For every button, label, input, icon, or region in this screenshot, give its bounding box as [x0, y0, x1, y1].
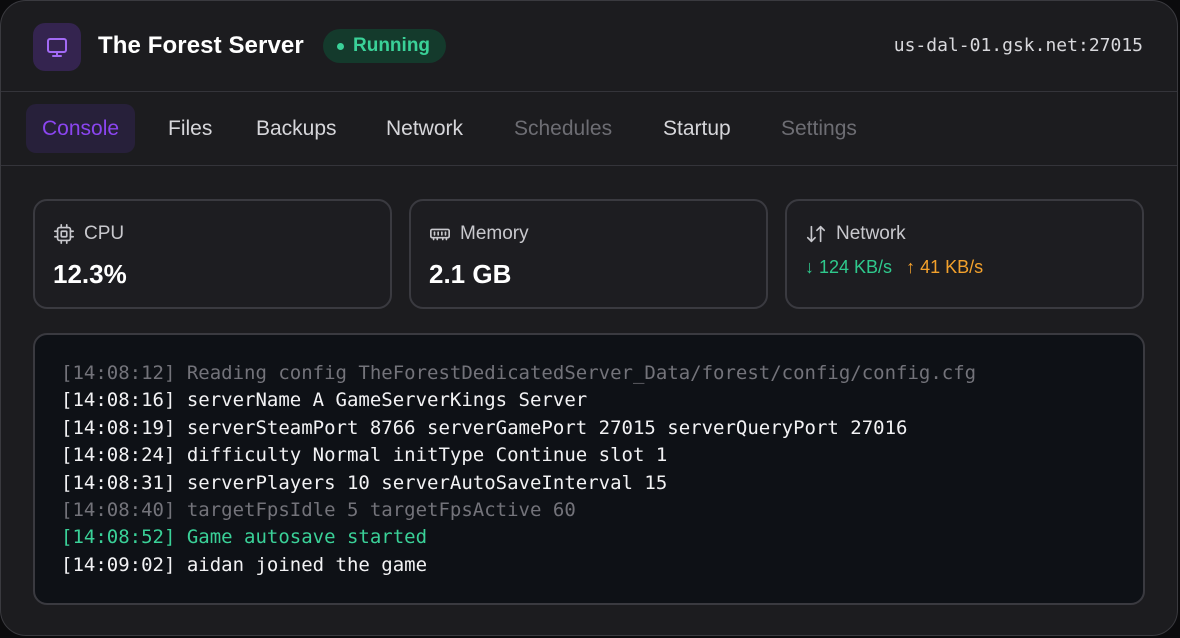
arrows-up-down-icon — [806, 225, 826, 243]
console-line: [14:08:12] Reading config TheForestDedic… — [61, 362, 977, 384]
tab-backups[interactable]: Backups — [240, 104, 353, 153]
tab-startup[interactable]: Startup — [647, 104, 747, 153]
memory-icon — [430, 228, 450, 241]
status-badge: Running — [323, 29, 447, 63]
tab-files[interactable]: Files — [152, 104, 228, 153]
memory-value: 2.1 GB — [429, 259, 512, 289]
memory-card: Memory 2.1 GB — [409, 199, 768, 309]
memory-label: Memory — [460, 223, 529, 244]
tab-bar: Console Files Backups Network Schedules … — [1, 93, 1177, 166]
tab-console[interactable]: Console — [26, 104, 136, 153]
upload-rate-value: 41 KB/s — [920, 257, 984, 277]
server-address[interactable]: us-dal-01.gsk.net:27015 — [894, 35, 1143, 56]
monitor-icon — [33, 23, 81, 71]
network-card: Network ↓ 124 KB/s ↑ 41 KB/s — [785, 199, 1144, 309]
cpu-value: 12.3% — [53, 259, 127, 289]
status-label: Running — [353, 35, 431, 56]
console-line: [14:08:19] serverSteamPort 8766 serverGa… — [61, 416, 908, 439]
console-line: [14:08:40] targetFpsIdle 5 targetFpsActi… — [61, 498, 576, 521]
console-output[interactable]: [14:08:12] Reading config TheForestDedic… — [33, 333, 1145, 605]
download-rate: ↓ 124 KB/s — [805, 257, 893, 277]
console-line: [14:09:02] aidan joined the game — [61, 553, 428, 576]
tab-network[interactable]: Network — [370, 104, 479, 153]
upload-rate: ↑ 41 KB/s — [906, 257, 984, 277]
header: The Forest Server Running us-dal-01.gsk.… — [1, 1, 1177, 92]
console-line: [14:08:31] serverPlayers 10 serverAutoSa… — [61, 471, 668, 494]
cpu-card: CPU 12.3% — [33, 199, 392, 309]
server-panel: The Forest Server Running us-dal-01.gsk.… — [0, 0, 1178, 636]
console-line: [14:08:16] serverName A GameServerKings … — [61, 389, 588, 412]
console-line: [14:08:24] difficulty Normal initType Co… — [61, 444, 668, 467]
tab-settings[interactable]: Settings — [765, 104, 873, 153]
server-title: The Forest Server — [98, 32, 304, 59]
cpu-chip-icon — [54, 224, 74, 244]
tab-schedules[interactable]: Schedules — [498, 104, 628, 153]
download-rate-value: 124 KB/s — [819, 257, 893, 277]
status-dot-icon — [337, 42, 344, 50]
network-label: Network — [836, 223, 906, 244]
cpu-label: CPU — [84, 223, 125, 244]
console-line: [14:08:52] Game autosave started — [61, 526, 428, 549]
